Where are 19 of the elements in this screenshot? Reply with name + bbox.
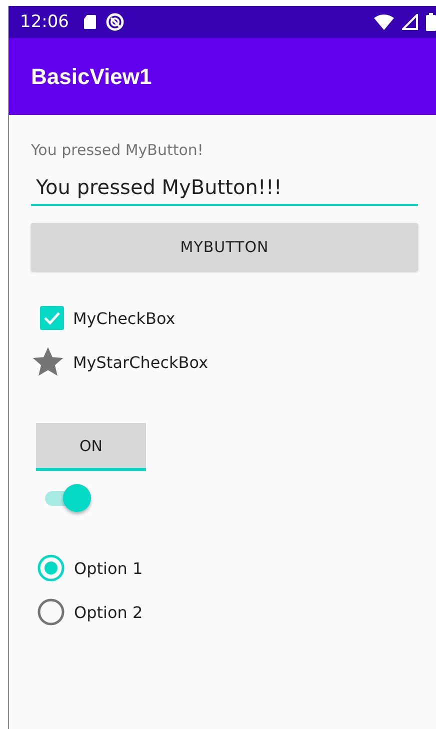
wifi-icon [374,14,394,30]
checkbox[interactable] [39,305,65,331]
message-text: You pressed MyButton! [31,141,204,159]
text-field[interactable]: You pressed MyButton!!! [31,171,418,206]
radio-button[interactable] [36,597,66,627]
switch[interactable] [43,483,93,513]
circle-icon [105,12,125,32]
checkbox-label: MyCheckBox [73,308,176,328]
radio-label: Option 1 [74,558,143,578]
battery-icon [426,13,436,31]
sd-card-icon [83,14,97,30]
radio-button[interactable] [36,553,66,583]
my-button[interactable]: MYBUTTON [31,223,418,271]
checkbox-label: MyStarCheckBox [73,352,208,372]
signal-icon [402,14,418,30]
clock: 12:06 [20,12,69,32]
app-title: BasicView1 [31,64,152,90]
radio-label: Option 2 [74,602,143,622]
toggle-button[interactable]: ON [36,423,146,471]
